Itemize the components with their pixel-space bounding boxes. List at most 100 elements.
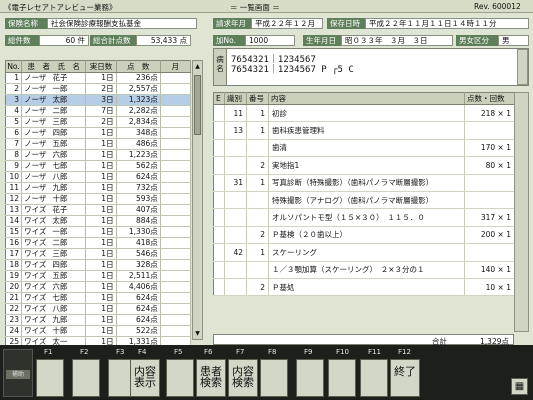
patient-row[interactable]: 1 ノーザ 花子 1日 236点 xyxy=(5,72,192,84)
patient-row[interactable]: 8 ノーザ 六郎 1日 1,223点 xyxy=(5,149,192,161)
patient-cell xyxy=(160,259,192,271)
detail-row[interactable]: 歯清 170 × 1 xyxy=(213,139,515,158)
patient-cell xyxy=(160,237,192,249)
patient-row[interactable]: 12 ノーザ 十郎 1日 593点 xyxy=(5,193,192,205)
patient-row[interactable]: 16 ワイズ 二郎 1日 418点 xyxy=(5,237,192,249)
sex-label: 男女区分 xyxy=(456,35,498,46)
patient-cell: 24 xyxy=(5,325,23,337)
fkey-12-button[interactable]: 終了 xyxy=(390,359,420,397)
detail-row[interactable]: 2 Ｐ基処 10 × 1 xyxy=(213,278,515,297)
fkey-8-button[interactable] xyxy=(260,359,288,397)
patient-row[interactable]: 13 ワイズ 花子 1日 407点 xyxy=(5,204,192,216)
patient-cell xyxy=(160,270,192,282)
patient-cell: 18 xyxy=(5,259,23,271)
patient-row[interactable]: 15 ワイズ 一郎 1日 1,330点 xyxy=(5,226,192,238)
fkey-text: 内容 表示 xyxy=(134,365,156,389)
patient-cell: 19 xyxy=(5,270,23,282)
detail-cell xyxy=(224,278,247,297)
detail-row[interactable]: オルソパントモ型（１５×３０） １１５．０ 317 × 1 xyxy=(213,208,515,227)
patient-cell: 1,323点 xyxy=(116,94,161,106)
patient-last-name: ノーザ xyxy=(24,106,47,115)
patient-row[interactable]: 3 ノーザ 太郎 3日 1,323点 xyxy=(5,94,192,106)
patient-name: ワイズ 十郎 xyxy=(21,325,87,337)
patient-cell: 2,511点 xyxy=(116,270,161,282)
patient-row[interactable]: 5 ノーザ 三郎 2日 2,834点 xyxy=(5,116,192,128)
patient-last-name: ワイズ xyxy=(24,249,47,258)
patient-list-scrollbar[interactable]: ▲ ▼ xyxy=(192,60,203,340)
title-bar: 《電子レセアトアレビュー業務》 ＝ 一覧画面 ＝ Rev. 600012 xyxy=(0,0,533,13)
fkey-9-button[interactable] xyxy=(296,359,324,397)
detail-row[interactable]: 2 Ｐ基検（２０歯以上） 200 × 1 xyxy=(213,226,515,245)
detail-row[interactable]: 42 1 スケーリング xyxy=(213,243,515,262)
patient-row[interactable]: 22 ワイズ 八郎 1日 624点 xyxy=(5,303,192,315)
detail-row[interactable]: 特殊撮影（アナログ）（歯科パノラマ断層撮影） xyxy=(213,191,515,210)
detail-scrollbar[interactable] xyxy=(514,92,529,332)
patient-row[interactable]: 6 ノーザ 四郎 1日 348点 xyxy=(5,127,192,139)
patient-cell: 1,223点 xyxy=(116,149,161,161)
fkey-4-button[interactable]: 内容 表示 xyxy=(130,359,160,397)
patient-cell: 16 xyxy=(5,237,23,249)
detail-cell xyxy=(224,156,247,175)
fkey-10-button[interactable] xyxy=(328,359,356,397)
patient-row[interactable]: 24 ワイズ 十郎 1日 522点 xyxy=(5,325,192,337)
detail-cell xyxy=(213,278,225,297)
patient-row[interactable]: 23 ワイズ 九郎 1日 624点 xyxy=(5,314,192,326)
patient-row[interactable]: 11 ノーザ 九郎 1日 732点 xyxy=(5,182,192,194)
fkey-text: 患者 検索 xyxy=(200,365,222,389)
patient-row[interactable]: 2 ノーザ 一郎 2日 2,557点 xyxy=(5,83,192,95)
patient-row[interactable]: 14 ワイズ 太郎 1日 884点 xyxy=(5,215,192,227)
patient-row[interactable]: 19 ワイズ 五郎 1日 2,511点 xyxy=(5,270,192,282)
detail-cell: 13 xyxy=(224,121,247,140)
detail-cell: 200 × 1 xyxy=(464,226,515,245)
patient-first-name: 五郎 xyxy=(52,271,68,280)
detail-row[interactable]: 11 1 初診 218 × 1 xyxy=(213,104,515,123)
patient-cell xyxy=(160,72,192,84)
patient-col-0: No. xyxy=(5,60,23,73)
patient-cell xyxy=(160,182,192,194)
fkey-1-button[interactable] xyxy=(36,359,64,397)
patient-first-name: 四郎 xyxy=(52,260,68,269)
patient-name: ワイズ 八郎 xyxy=(21,303,87,315)
detail-row[interactable]: 13 1 歯科疾患管理料 xyxy=(213,121,515,140)
fkey-text: 終了 xyxy=(394,365,416,378)
patient-row[interactable]: 4 ノーザ 二郎 7日 2,282点 xyxy=(5,105,192,117)
patient-cell xyxy=(160,325,192,337)
patient-row[interactable]: 10 ノーザ 八郎 1日 624点 xyxy=(5,171,192,183)
patient-row[interactable]: 7 ノーザ 五郎 1日 486点 xyxy=(5,138,192,150)
patient-row[interactable]: 18 ワイズ 四郎 1日 328点 xyxy=(5,259,192,271)
fkey-label-8: F8 xyxy=(268,348,277,356)
patient-cell: 1日 xyxy=(85,226,117,238)
scroll-up-icon[interactable]: ▲ xyxy=(194,63,201,70)
scroll-down-icon[interactable]: ▼ xyxy=(194,330,201,337)
patient-first-name: 太郎 xyxy=(52,216,68,225)
patient-row[interactable]: 20 ワイズ 六郎 1日 4,406点 xyxy=(5,281,192,293)
fkey-label-3: F3 xyxy=(116,348,125,356)
patient-last-name: ノーザ xyxy=(24,128,47,137)
fkey-text: 内容 検索 xyxy=(232,365,254,389)
detail-cell: 歯清 xyxy=(268,139,465,158)
detail-cell: Ｐ基検（２０歯以上） xyxy=(268,226,465,245)
saved-value: 平成２２年１１月１１日１４時１１分 xyxy=(365,18,529,29)
fkey-2-button[interactable] xyxy=(72,359,100,397)
detail-cell xyxy=(213,261,225,279)
patient-row[interactable]: 9 ノーザ 七郎 1日 562点 xyxy=(5,160,192,172)
detail-cell: 42 xyxy=(224,243,247,262)
detail-row[interactable]: 2 実地指1 80 × 1 xyxy=(213,156,515,175)
detail-cell xyxy=(464,243,515,262)
detail-row[interactable]: １／３顎加算（スケーリング） ２×３分の１ 140 × 1 xyxy=(213,261,515,279)
detail-cell xyxy=(213,226,225,245)
patient-cell: 1日 xyxy=(85,325,117,337)
fkey-5-button[interactable] xyxy=(166,359,194,397)
detail-row[interactable]: 31 1 写真診断（特殊撮影）（歯科パノラマ断層撮影） xyxy=(213,174,515,192)
keyboard-icon[interactable]: ▦ xyxy=(511,378,528,395)
patient-row[interactable]: 21 ワイズ 七郎 1日 624点 xyxy=(5,292,192,304)
fkey-6-button[interactable]: 患者 検索 xyxy=(196,359,226,397)
scroll-thumb[interactable] xyxy=(194,75,201,135)
fkey-7-button[interactable]: 内容 検索 xyxy=(228,359,258,397)
disease-scrollbar[interactable] xyxy=(517,49,528,85)
fkey-11-button[interactable] xyxy=(360,359,388,397)
patient-cell: 1日 xyxy=(85,270,117,282)
patient-row[interactable]: 17 ワイズ 三郎 1日 546点 xyxy=(5,248,192,260)
patient-name: ノーザ 五郎 xyxy=(21,138,87,150)
detail-cell xyxy=(464,191,515,210)
